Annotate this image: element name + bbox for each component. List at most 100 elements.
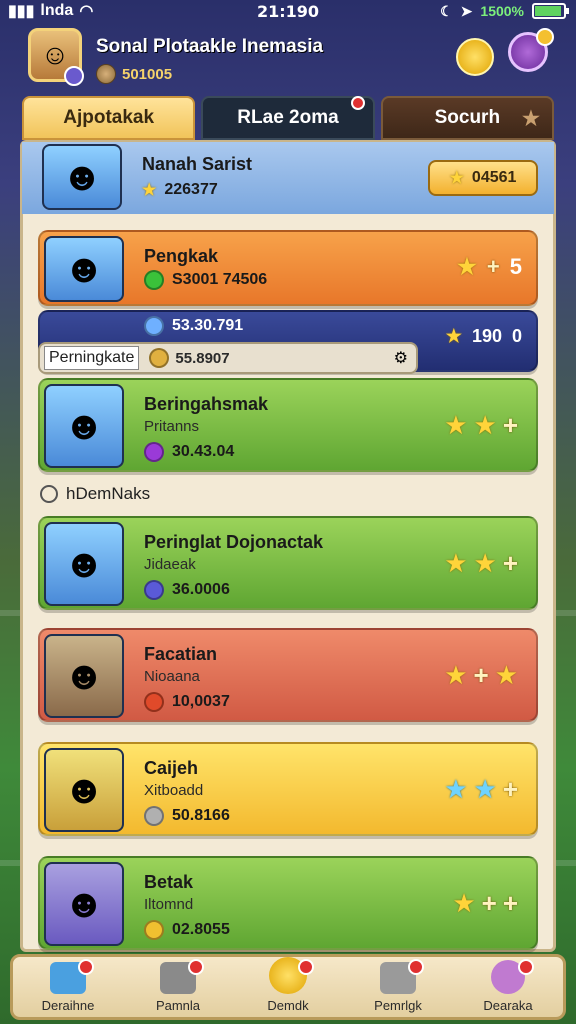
row-score: ★ 226377 (142, 180, 218, 200)
row-name: Facatian (144, 644, 218, 664)
gem-icon (144, 580, 164, 600)
nav-badge (188, 959, 204, 975)
nav-home[interactable]: Deraihne (18, 957, 118, 1017)
tag-value-text: 55.8907 (175, 349, 230, 367)
rating-value: 190 (471, 326, 502, 346)
star-icon: ★ (494, 660, 524, 690)
nav-badge (298, 959, 314, 975)
value-text: 50.8166 (172, 807, 230, 824)
tab-notification-badge (350, 96, 365, 110)
row-value: 53.30.791 (144, 316, 243, 336)
nav-label: Deraihne (41, 998, 95, 1013)
player-coins: 501005 (96, 64, 172, 84)
pill-value: 04561 (471, 169, 517, 186)
leaderboard-row[interactable]: ☻ Peringlat Dojonactak Jidaeak 36.0006 ★… (38, 516, 538, 610)
gem-icon (144, 270, 164, 290)
nav-pemrlgk[interactable]: Pemrlgk (348, 957, 448, 1017)
nav-badge (408, 959, 424, 975)
plus-icon: + (502, 888, 524, 918)
row-value: 50.8166 (144, 806, 230, 826)
player-portrait: ☻ (44, 236, 124, 302)
bottom-nav: Deraihne Pamnla Demdk Pemrlgk Dearaka (10, 954, 566, 1020)
nav-pamnla[interactable]: Pamnla (128, 957, 228, 1017)
gem-icon (144, 920, 164, 940)
leaderboard-row[interactable]: ☻ Beringahsmak Pritanns 30.43.04 ★★+ (38, 378, 538, 472)
star-icon: ★ (444, 660, 474, 690)
row-name: Betak (144, 872, 194, 892)
player-portrait: ☻ (42, 144, 122, 210)
plus-icon: + (502, 410, 524, 440)
gold-nugget-icon[interactable] (456, 38, 494, 76)
player-header: ☺ Sonal Plotaakle Inemasia 501005 (24, 26, 554, 90)
player-portrait: ☻ (44, 748, 124, 832)
plus-icon: + (481, 888, 503, 918)
battery-icon (532, 3, 569, 19)
row-value: 02.8055 (144, 920, 230, 940)
coin-icon (96, 64, 116, 84)
tab-bar: Ajpotakak RLae 2oma Socurh ★ (22, 96, 554, 140)
plus-icon: + (486, 254, 500, 279)
plus-icon: + (502, 774, 524, 804)
tab-rlae-2oma[interactable]: RLae 2oma (201, 96, 375, 140)
row-name: Peringlat Dojonactak (144, 532, 324, 552)
star-icon: ★ (444, 410, 474, 440)
nav-dearaka[interactable]: Dearaka (458, 957, 558, 1017)
row-stars: ★+★ (444, 660, 524, 691)
player-portrait: ☻ (44, 862, 124, 946)
status-bar: ▮▮▮ lnda ◠ 21:190 ☾ ➤ 1500% (0, 0, 576, 22)
value-text: 30.43.04 (172, 443, 235, 460)
leaderboard-row-self[interactable]: ☻ Nanah Sarist ★ 226377 ★ 04561 (22, 142, 554, 214)
row-subtitle: Pritanns (144, 418, 200, 435)
tab-label: Ajpotakak (63, 107, 155, 128)
notification-badge (536, 28, 554, 46)
row-subtitle: Iltomnd (144, 896, 194, 913)
row-stars: ★++ (452, 888, 524, 919)
coin-icon (149, 348, 170, 368)
leaderboard-row[interactable]: ☻ Facatian Nioaana 10,0037 ★+★ (38, 628, 538, 722)
nav-demdk[interactable]: Demdk (238, 957, 338, 1017)
star-icon: ★ (142, 182, 157, 199)
row-name: Caijeh (144, 758, 199, 778)
leaderboard-row[interactable]: ☻ Caijeh Xitboadd 50.8166 ★★+ (38, 742, 538, 836)
nav-badge (518, 959, 534, 975)
battery-percent: 1500% (480, 3, 524, 19)
score-pill[interactable]: ★ 04561 (428, 160, 538, 196)
player-name: Sonal Plotaakle Inemasia (96, 36, 324, 57)
value-text: 53.30.791 (172, 317, 244, 334)
location-icon: ➤ (460, 2, 473, 19)
ranking-tag-bar[interactable]: Perningkate 55.8907 ⚙ (38, 342, 418, 374)
section-label: hDemNaks (66, 484, 151, 503)
tab-socurh[interactable]: Socurh ★ (380, 96, 554, 140)
nav-badge (78, 959, 94, 975)
plus-icon: + (502, 548, 524, 578)
tag-value: 55.8907 (149, 348, 230, 368)
row-stars: ★★+ (444, 774, 524, 805)
star-icon: ★ (473, 548, 503, 578)
star-icon: ★ (445, 326, 462, 346)
tab-ajpotakak[interactable]: Ajpotakak (22, 96, 196, 140)
row-rating: ★ + 5 (457, 254, 522, 280)
row-value: S3001 74506 (144, 270, 267, 290)
nav-label: Pemrlgk (374, 998, 422, 1013)
row-subtitle: Nioaana (144, 668, 200, 685)
star-icon: ★ (457, 254, 477, 279)
star-icon: ★ (473, 774, 503, 804)
player-portrait: ☻ (44, 634, 124, 718)
row-name: Beringahsmak (144, 394, 269, 414)
star-icon: ★ (444, 548, 474, 578)
clock-icon (40, 485, 58, 503)
row-name: Nanah Sarist (142, 154, 253, 174)
nav-label: Dearaka (483, 998, 533, 1013)
gem-icon (144, 806, 164, 826)
rating-value: 5 (509, 254, 522, 279)
star-icon: ★ (449, 170, 464, 187)
coins-value: 501005 (122, 65, 173, 83)
leaderboard-row[interactable]: ☻ Pengkak S3001 74506 ★ + 5 (38, 230, 538, 306)
star-icon: ★ (452, 888, 482, 918)
row-value: 30.43.04 (144, 442, 234, 462)
row-value: 36.0006 (144, 580, 230, 600)
leaderboard-row[interactable]: ☻ Betak Iltomnd 02.8055 ★++ (38, 856, 538, 950)
star-icon: ★ (522, 107, 540, 130)
tab-label: Socurh (434, 107, 501, 128)
gear-icon[interactable]: ⚙ (394, 348, 408, 368)
